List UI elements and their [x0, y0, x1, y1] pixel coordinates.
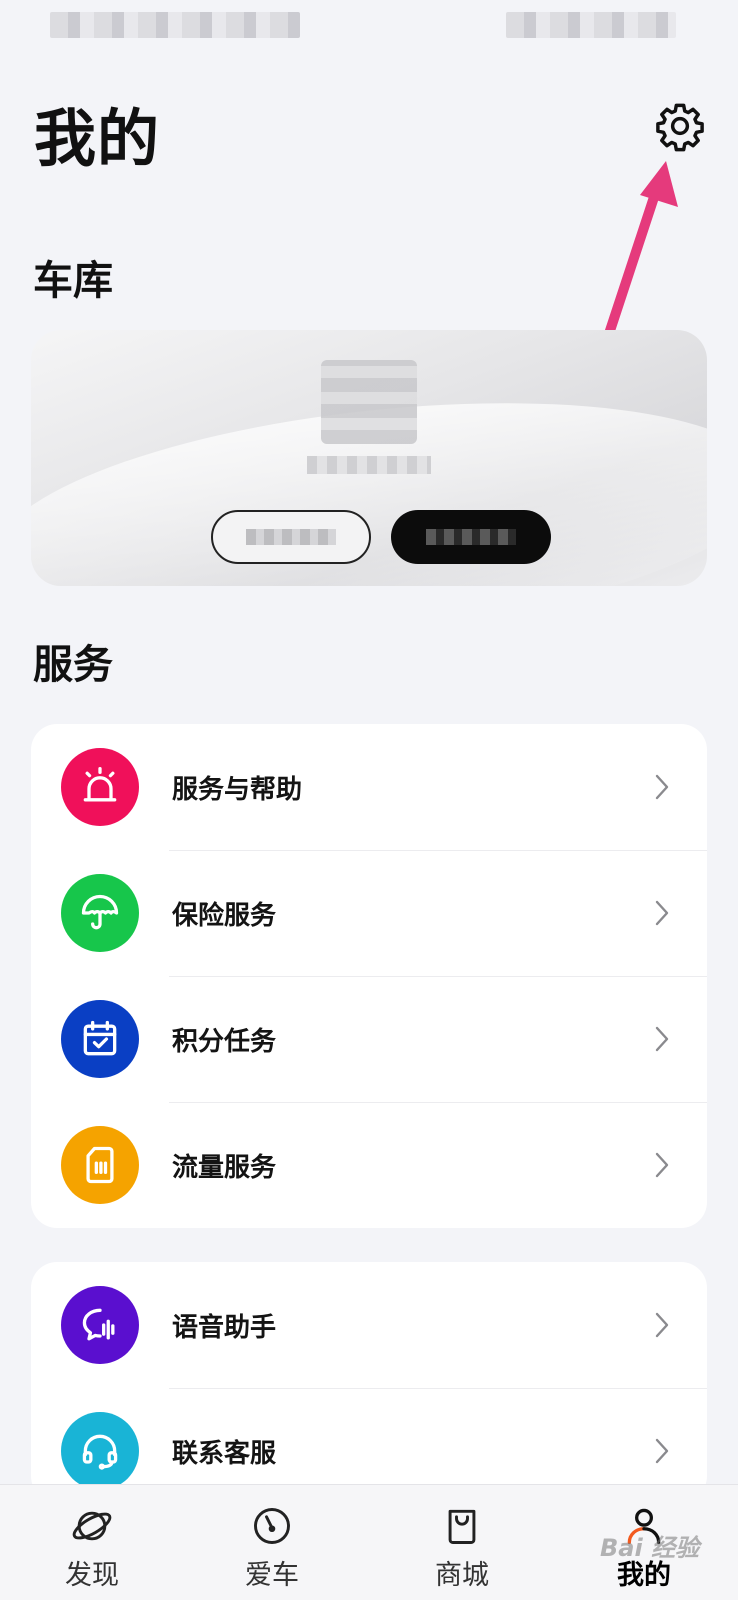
- voice-chat-icon: [61, 1286, 139, 1364]
- chevron-right-icon: [655, 1438, 669, 1464]
- list-item-label: 服务与帮助: [172, 774, 303, 805]
- tab-label: 发现: [65, 1560, 119, 1591]
- tab-discover[interactable]: 发现: [22, 1485, 162, 1600]
- settings-button[interactable]: [652, 98, 708, 154]
- chevron-right-icon: [655, 900, 669, 926]
- list-item-label: 保险服务: [172, 900, 277, 931]
- chevron-right-icon: [655, 774, 669, 800]
- list-item-service-help[interactable]: 服务与帮助: [31, 724, 707, 850]
- garage-hint-blurred: [307, 456, 431, 474]
- garage-primary-label-blurred: [426, 529, 516, 545]
- list-item-label: 联系客服: [172, 1438, 277, 1469]
- chevron-right-icon: [655, 1026, 669, 1052]
- list-item-label: 积分任务: [172, 1026, 277, 1057]
- services-section-title: 服务: [33, 642, 113, 688]
- status-carrier-blurred: [50, 12, 300, 38]
- status-bar: [0, 0, 738, 50]
- list-item-label: 语音助手: [172, 1312, 277, 1343]
- headset-icon: [61, 1412, 139, 1490]
- list-item-points-tasks[interactable]: 积分任务: [31, 976, 707, 1102]
- planet-icon: [69, 1503, 115, 1549]
- services-card: 服务与帮助 保险服务 积分任务 流量服务: [31, 724, 707, 1228]
- siren-icon: [61, 748, 139, 826]
- status-indicators-blurred: [506, 12, 676, 38]
- list-item-insurance[interactable]: 保险服务: [31, 850, 707, 976]
- tab-my-car[interactable]: 爱车: [202, 1485, 342, 1600]
- calendar-check-icon: [61, 1000, 139, 1078]
- list-item-voice-assistant[interactable]: 语音助手: [31, 1262, 707, 1388]
- watermark: Bai 经验: [600, 1534, 700, 1562]
- tab-label: 爱车: [245, 1560, 299, 1591]
- umbrella-icon: [61, 874, 139, 952]
- garage-primary-button[interactable]: [391, 510, 551, 564]
- tab-mall[interactable]: 商城: [392, 1485, 532, 1600]
- list-item-data-service[interactable]: 流量服务: [31, 1102, 707, 1228]
- tab-label: 商城: [435, 1560, 489, 1591]
- garage-secondary-button[interactable]: [211, 510, 371, 564]
- garage-car-icon-blurred: [321, 360, 417, 444]
- shopping-bag-icon: [439, 1503, 485, 1549]
- gear-icon: [656, 103, 704, 152]
- chevron-right-icon: [655, 1312, 669, 1338]
- list-item-label: 流量服务: [172, 1152, 277, 1183]
- page-title: 我的: [34, 102, 161, 175]
- sim-card-icon: [61, 1126, 139, 1204]
- garage-secondary-label-blurred: [246, 529, 336, 545]
- chevron-right-icon: [655, 1152, 669, 1178]
- more-services-card: 语音助手 联系客服: [31, 1262, 707, 1502]
- garage-section-title: 车库: [33, 258, 113, 304]
- garage-card[interactable]: [31, 330, 707, 586]
- speedometer-icon: [249, 1503, 295, 1549]
